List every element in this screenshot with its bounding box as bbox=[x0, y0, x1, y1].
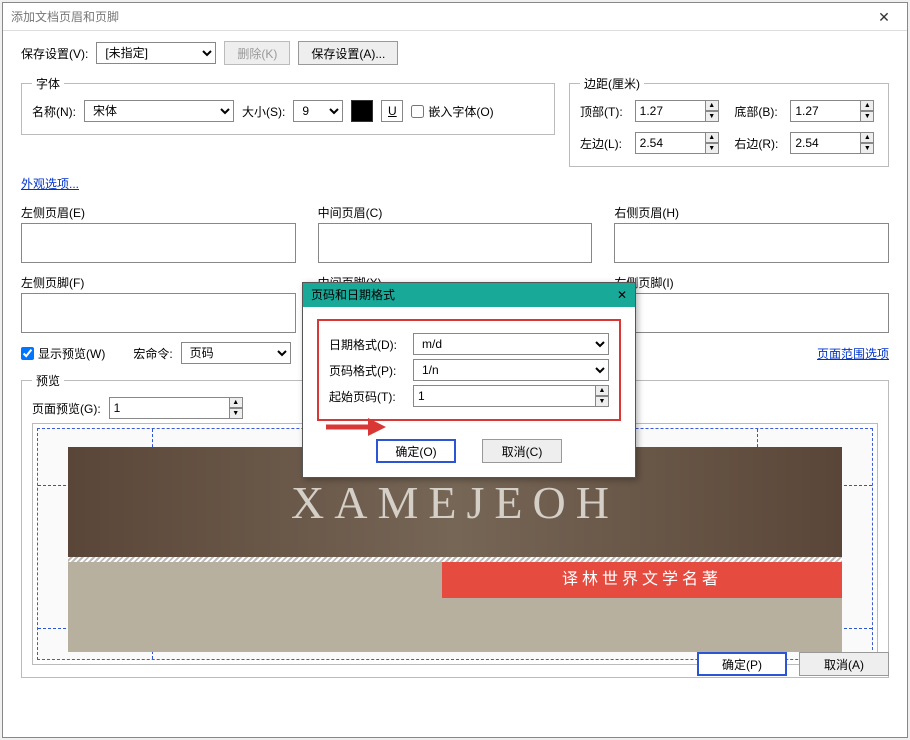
font-size-select[interactable]: 9 bbox=[293, 100, 343, 122]
save-settings-button[interactable]: 保存设置(A)... bbox=[298, 41, 398, 65]
appearance-options-link[interactable]: 外观选项... bbox=[21, 175, 79, 192]
modal-title: 页码和日期格式 bbox=[311, 283, 395, 307]
dialog-title: 添加文档页眉和页脚 bbox=[11, 3, 119, 31]
embed-font-checkbox[interactable]: 嵌入字体(O) bbox=[411, 103, 493, 120]
preview-image-text: XAMEJEOH bbox=[291, 476, 619, 529]
main-cancel-button[interactable]: 取消(A) bbox=[799, 652, 889, 676]
center-header-label: 中间页眉(C) bbox=[318, 204, 593, 221]
margins-fieldset: 边距(厘米) 顶部(T): ▲▼ 底部(B): ▲▼ 左边(L): ▲▼ 右边(… bbox=[569, 75, 889, 167]
font-name-select[interactable]: 宋体 bbox=[84, 100, 234, 122]
save-settings-select[interactable]: [未指定] bbox=[96, 42, 216, 64]
modal-highlight-rect: 日期格式(D): m/d 页码格式(P): 1/n 起始页码(T): ▲▼ bbox=[317, 319, 621, 421]
right-header-input[interactable] bbox=[614, 223, 889, 263]
page-range-link[interactable]: 页面范围选项 bbox=[817, 345, 889, 362]
font-color-swatch[interactable] bbox=[351, 100, 373, 122]
page-date-format-modal: 页码和日期格式 ✕ 日期格式(D): m/d 页码格式(P): 1/n 起始页码… bbox=[302, 282, 636, 478]
font-legend: 字体 bbox=[32, 75, 64, 92]
right-footer-input[interactable] bbox=[614, 293, 889, 333]
start-page-label: 起始页码(T): bbox=[329, 388, 407, 405]
right-header-label: 右侧页眉(H) bbox=[614, 204, 889, 221]
page-format-select[interactable]: 1/n bbox=[413, 359, 609, 381]
center-header-input[interactable] bbox=[318, 223, 593, 263]
right-footer-label: 右侧页脚(I) bbox=[614, 274, 889, 291]
margin-bottom-spinner[interactable]: ▲▼ bbox=[790, 100, 878, 122]
modal-ok-button[interactable]: 确定(O) bbox=[376, 439, 456, 463]
date-format-label: 日期格式(D): bbox=[329, 336, 407, 353]
embed-font-input[interactable] bbox=[411, 105, 424, 118]
modal-titlebar: 页码和日期格式 ✕ bbox=[303, 283, 635, 307]
underline-button[interactable]: U bbox=[381, 100, 403, 122]
preview-red-band: 译林世界文学名著 bbox=[442, 562, 842, 598]
font-fieldset: 字体 名称(N): 宋体 大小(S): 9 U 嵌入字体(O) bbox=[21, 75, 555, 135]
margin-bottom-label: 底部(B): bbox=[734, 103, 778, 120]
left-header-input[interactable] bbox=[21, 223, 296, 263]
date-format-select[interactable]: m/d bbox=[413, 333, 609, 355]
show-preview-checkbox[interactable]: 显示预览(W) bbox=[21, 345, 105, 362]
page-preview-label: 页面预览(G): bbox=[32, 400, 101, 417]
show-preview-input[interactable] bbox=[21, 347, 34, 360]
preview-page-image-2: 译林世界文学名著 bbox=[68, 562, 842, 652]
titlebar: 添加文档页眉和页脚 ✕ bbox=[3, 3, 907, 31]
macro-select[interactable]: 页码 bbox=[181, 342, 291, 364]
left-footer-input[interactable] bbox=[21, 293, 296, 333]
margin-left-spinner[interactable]: ▲▼ bbox=[635, 132, 723, 154]
margin-left-label: 左边(L): bbox=[580, 135, 623, 152]
font-size-label: 大小(S): bbox=[242, 103, 285, 120]
main-ok-button[interactable]: 确定(P) bbox=[697, 652, 787, 676]
close-icon[interactable]: ✕ bbox=[869, 3, 899, 31]
start-page-spinner[interactable]: ▲▼ bbox=[413, 385, 609, 407]
margins-legend: 边距(厘米) bbox=[580, 75, 644, 92]
delete-button: 删除(K) bbox=[224, 41, 290, 65]
margin-right-label: 右边(R): bbox=[734, 135, 778, 152]
page-format-label: 页码格式(P): bbox=[329, 362, 407, 379]
preview-legend: 预览 bbox=[32, 372, 64, 389]
left-header-label: 左侧页眉(E) bbox=[21, 204, 296, 221]
save-settings-label: 保存设置(V): bbox=[21, 45, 88, 62]
font-name-label: 名称(N): bbox=[32, 103, 76, 120]
page-preview-spinner[interactable]: ▲▼ bbox=[109, 397, 243, 419]
macro-label: 宏命令: bbox=[133, 345, 172, 362]
margin-top-label: 顶部(T): bbox=[580, 103, 623, 120]
margin-right-spinner[interactable]: ▲▼ bbox=[790, 132, 878, 154]
modal-close-icon[interactable]: ✕ bbox=[617, 283, 627, 307]
left-footer-label: 左侧页脚(F) bbox=[21, 274, 296, 291]
margin-top-spinner[interactable]: ▲▼ bbox=[635, 100, 723, 122]
modal-cancel-button[interactable]: 取消(C) bbox=[482, 439, 562, 463]
